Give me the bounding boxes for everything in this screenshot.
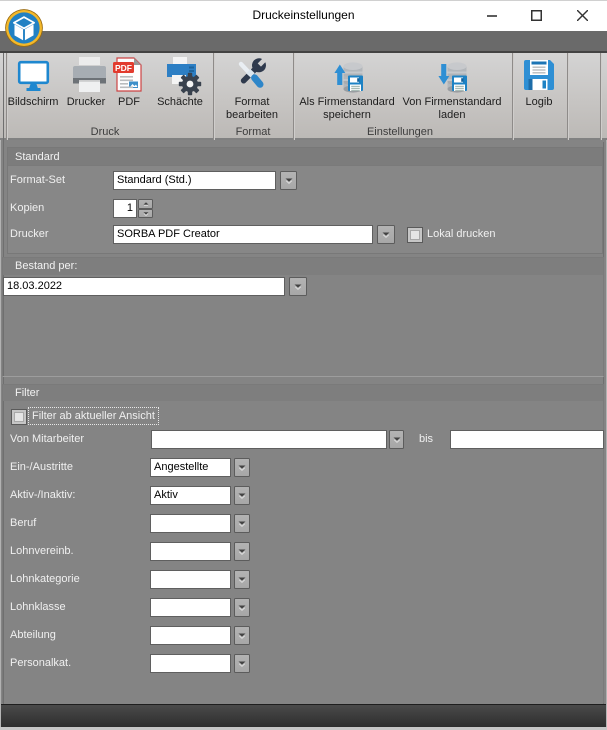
svg-text:PDF: PDF — [115, 63, 132, 73]
